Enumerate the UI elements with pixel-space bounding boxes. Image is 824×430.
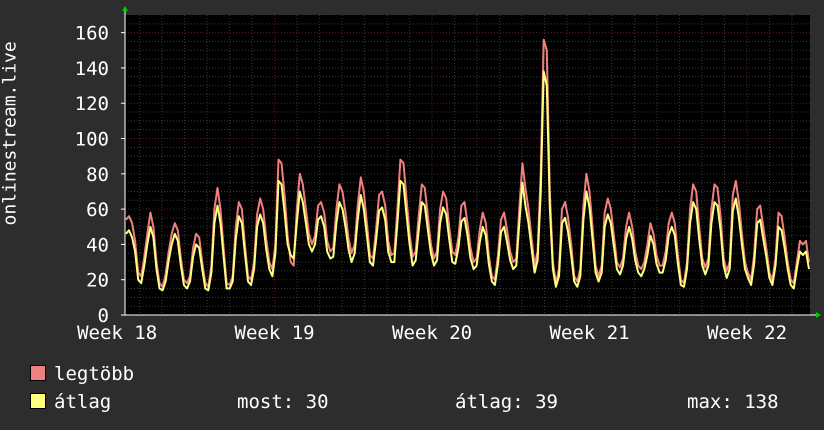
stat-average-value: 39 xyxy=(535,391,558,413)
stat-current: most: 30 xyxy=(237,391,329,413)
x-tick-label: Week 22 xyxy=(707,322,787,344)
stat-current-value: 30 xyxy=(305,391,329,413)
stat-average-label: átlag: xyxy=(455,391,524,413)
y-tick-label: 20 xyxy=(86,270,109,292)
stat-average: átlag: 39 xyxy=(455,391,558,413)
legend-swatch-max xyxy=(30,365,46,381)
y-axis-arrow-icon xyxy=(122,6,128,11)
legend-item-avg: átlag xyxy=(30,391,111,413)
x-tick-label: Week 18 xyxy=(77,322,157,344)
y-tick-label: 160 xyxy=(75,23,109,45)
y-tick-label: 40 xyxy=(86,234,109,256)
x-tick-label: Week 19 xyxy=(235,322,315,344)
stat-max-value: 138 xyxy=(744,391,779,413)
legend-swatch-avg xyxy=(30,393,46,409)
y-tick-label: 60 xyxy=(86,199,109,221)
stat-current-label: most: xyxy=(237,391,295,413)
stat-max-label: max: xyxy=(687,391,733,413)
legend-label-avg: átlag xyxy=(54,391,112,413)
y-tick-label: 100 xyxy=(75,129,109,151)
x-tick-labels: Week 18 Week 19 Week 20 Week 21 Week 22 xyxy=(77,322,787,344)
stat-max: max: 138 xyxy=(687,391,779,413)
y-tick-label: 140 xyxy=(75,58,109,80)
chart-panel: 0 20 40 60 80 100 120 140 160 Week 18 Week 19 Week… xyxy=(0,0,824,430)
y-tick-label: 80 xyxy=(86,164,109,186)
x-tick-label: Week 21 xyxy=(550,322,630,344)
y-axis-label: onlinestream.live xyxy=(0,41,21,226)
legend-item-max: legtöbb xyxy=(30,363,134,385)
x-tick-label: Week 20 xyxy=(392,322,472,344)
legend-label-max: legtöbb xyxy=(54,363,135,385)
y-tick-label: 120 xyxy=(75,93,109,115)
x-axis-arrow-icon xyxy=(816,312,821,318)
y-tick-labels: 020406080100120140160 xyxy=(75,23,109,327)
